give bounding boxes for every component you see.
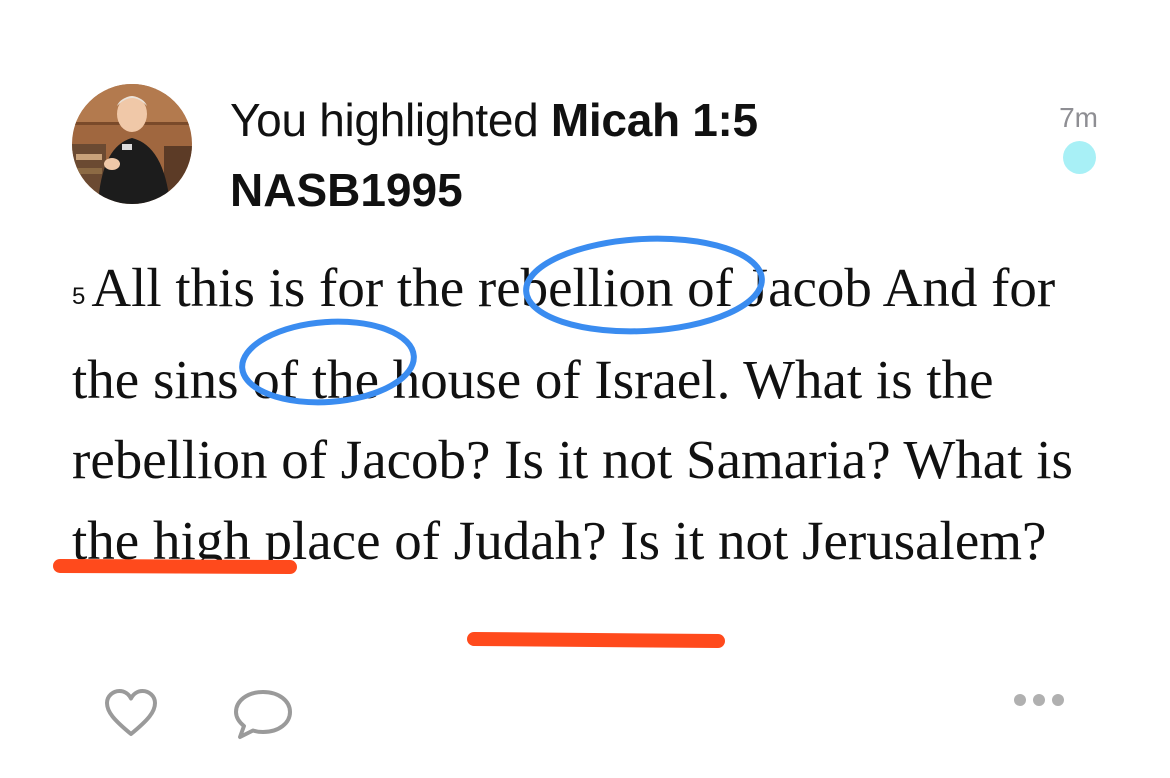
timestamp: 7m (1059, 102, 1098, 133)
activity-prefix: You highlighted (230, 94, 551, 146)
underline-annotation-jerusalem (467, 632, 725, 648)
heart-icon[interactable] (104, 688, 158, 743)
bible-version: NASB1995 (230, 164, 463, 216)
verse-text-part: All this is for the (91, 257, 478, 318)
verse-number: 5 (72, 283, 86, 310)
avatar-photo (72, 84, 192, 204)
comment-icon[interactable] (232, 688, 294, 747)
highlight-word-samaria: Samaria (686, 429, 867, 490)
highlight-word-jerusalem: Jerusalem (802, 509, 1023, 571)
highlight-word-sins-of: sins of (152, 348, 299, 410)
ellipsis-icon[interactable] (1012, 690, 1066, 715)
activity-title: You highlighted Micah 1:5 (230, 92, 758, 148)
highlight-word-rebellion: rebellion (477, 257, 674, 318)
verse-reference[interactable]: Micah 1:5 (551, 94, 758, 146)
verse-text-part: ? (1022, 509, 1047, 571)
verse-text[interactable]: 5 All this is for the rebellion of Jacob … (72, 248, 1112, 581)
unread-indicator (1063, 141, 1096, 174)
avatar[interactable] (72, 84, 192, 204)
activity-card: You highlighted Micah 1:5 NASB1995 7m 5A… (0, 0, 1170, 778)
